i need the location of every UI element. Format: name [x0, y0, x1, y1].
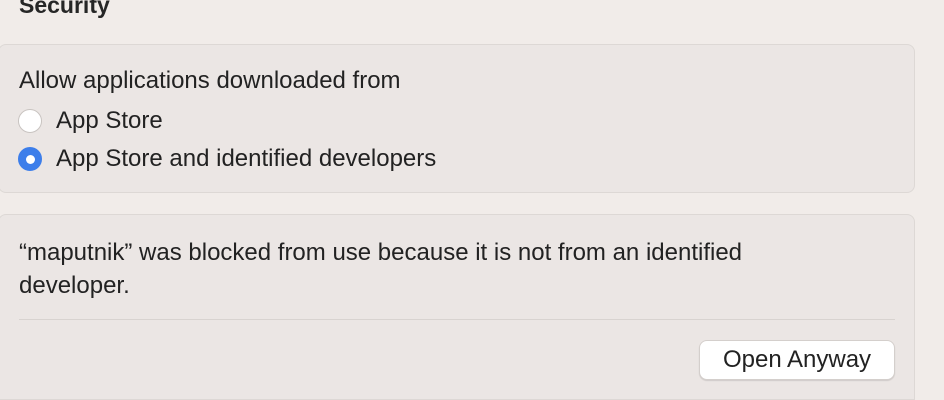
blocked-app-message: “maputnik” was blocked from use because …: [19, 239, 743, 299]
radio-selected-dot-icon: [25, 154, 35, 164]
allow-downloads-heading: Allow applications downloaded from: [19, 67, 401, 94]
open-anyway-button[interactable]: Open Anyway: [699, 340, 895, 380]
allow-downloads-panel: Allow applications downloaded from App S…: [0, 44, 915, 193]
security-section-title: Security: [19, 0, 110, 18]
blocked-app-panel: “maputnik” was blocked from use because …: [0, 214, 915, 400]
radio-label-app-store: App Store: [56, 107, 163, 134]
radio-option-app-store[interactable]: App Store: [18, 105, 163, 137]
radio-button-checked[interactable]: [18, 147, 42, 171]
radio-option-app-store-and-identified-developers[interactable]: App Store and identified developers: [18, 143, 436, 175]
radio-label-app-store-and-identified-developers: App Store and identified developers: [56, 145, 437, 172]
panel-divider: [19, 319, 895, 320]
radio-button-unchecked[interactable]: [18, 109, 42, 133]
